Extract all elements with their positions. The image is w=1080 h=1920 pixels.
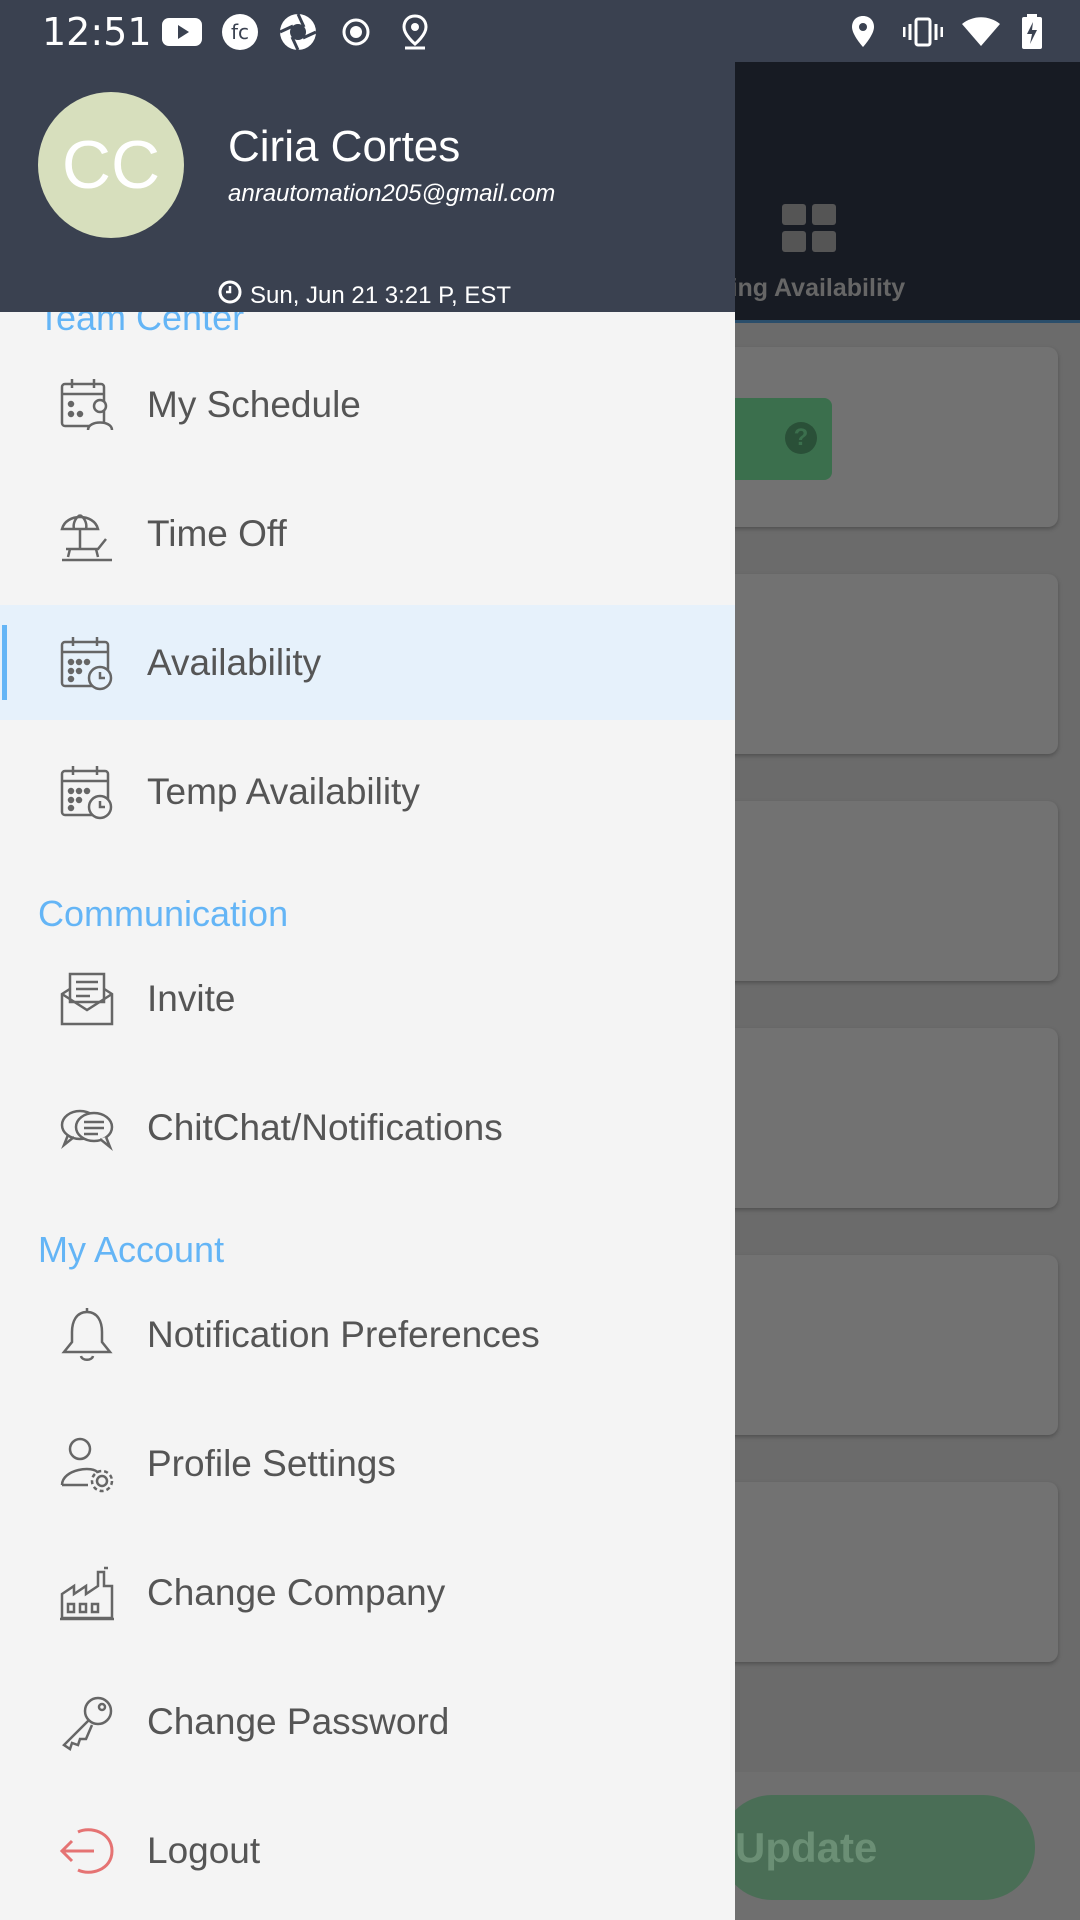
schedule-icon — [58, 376, 116, 434]
menu-item-change-password[interactable]: Change Password — [0, 1664, 735, 1779]
menu-item-change-company[interactable]: Change Company — [0, 1535, 735, 1650]
factory-icon — [58, 1564, 116, 1622]
background-card — [705, 1028, 1058, 1208]
menu-item-label: Invite — [147, 977, 236, 1019]
location-pin-icon — [395, 14, 435, 50]
menu-item-label: Change Company — [147, 1571, 446, 1613]
menu-item-notification-preferences[interactable]: Notification Preferences — [0, 1277, 735, 1392]
logout-icon — [58, 1822, 116, 1880]
user-name: Ciria Cortes — [228, 122, 461, 171]
status-bar: 12:51 fc — [0, 0, 1080, 62]
help-icon: ? — [785, 422, 817, 454]
user-settings-icon — [58, 1435, 116, 1493]
section-communication: Communication — [38, 893, 289, 934]
menu-item-label: Profile Settings — [147, 1442, 396, 1484]
menu-item-label: Change Password — [147, 1700, 450, 1742]
drawer-header: CC Ciria Cortes anrautomation205@gmail.c… — [0, 62, 735, 312]
bell-icon — [58, 1306, 116, 1364]
envelope-icon — [58, 970, 116, 1028]
menu-item-time-off[interactable]: Time Off — [0, 476, 735, 591]
menu-item-my-schedule[interactable]: My Schedule — [0, 347, 735, 462]
svg-text:fc: fc — [231, 20, 249, 44]
location-icon — [843, 14, 883, 50]
navigation-drawer: CC Ciria Cortes anrautomation205@gmail.c… — [0, 62, 735, 1920]
grid-icon — [782, 204, 838, 259]
menu-item-label: Temp Availability — [147, 770, 420, 812]
update-button[interactable]: Update — [720, 1795, 1035, 1900]
section-my-account: My Account — [38, 1229, 225, 1270]
background-card — [705, 1482, 1058, 1662]
menu-item-label: ChitChat/Notifications — [147, 1106, 503, 1148]
fc-app-icon: fc — [220, 14, 260, 50]
chat-bubbles-icon — [58, 1099, 116, 1157]
background-card — [705, 801, 1058, 981]
record-icon — [336, 14, 376, 50]
menu-item-availability[interactable]: Availability — [0, 605, 735, 720]
datetime-text: Sun, Jun 21 3:21 P, EST — [250, 281, 512, 309]
menu-item-profile-settings[interactable]: Profile Settings — [0, 1406, 735, 1521]
calendar-clock-icon — [58, 763, 116, 821]
menu-item-chitchat-notifications[interactable]: ChitChat/Notifications — [0, 1070, 735, 1185]
clock-icon — [218, 280, 242, 311]
youtube-icon — [162, 14, 202, 50]
vibrate-icon — [903, 14, 943, 50]
menu-item-label: Logout — [147, 1829, 261, 1871]
calendar-clock-icon — [58, 634, 116, 692]
background-card — [705, 574, 1058, 754]
menu-item-label: Availability — [147, 641, 322, 683]
background-card — [705, 1255, 1058, 1435]
menu-item-label: Time Off — [147, 512, 287, 554]
current-datetime: Sun, Jun 21 3:21 P, EST — [218, 280, 511, 311]
aperture-app-icon — [278, 13, 318, 51]
menu-item-label: My Schedule — [147, 383, 361, 425]
menu-item-label: Notification Preferences — [147, 1313, 540, 1355]
wifi-icon — [961, 14, 1001, 50]
menu-item-invite[interactable]: Invite — [0, 941, 735, 1056]
menu-item-logout[interactable]: Logout — [0, 1793, 735, 1908]
beach-umbrella-icon — [58, 505, 116, 563]
status-time: 12:51 — [42, 10, 152, 54]
user-email: anrautomation205@gmail.com — [228, 180, 556, 207]
menu-item-temp-availability[interactable]: Temp Availability — [0, 734, 735, 849]
key-icon — [58, 1693, 116, 1751]
avatar[interactable]: CC — [38, 92, 184, 238]
battery-charging-icon — [1012, 14, 1052, 50]
